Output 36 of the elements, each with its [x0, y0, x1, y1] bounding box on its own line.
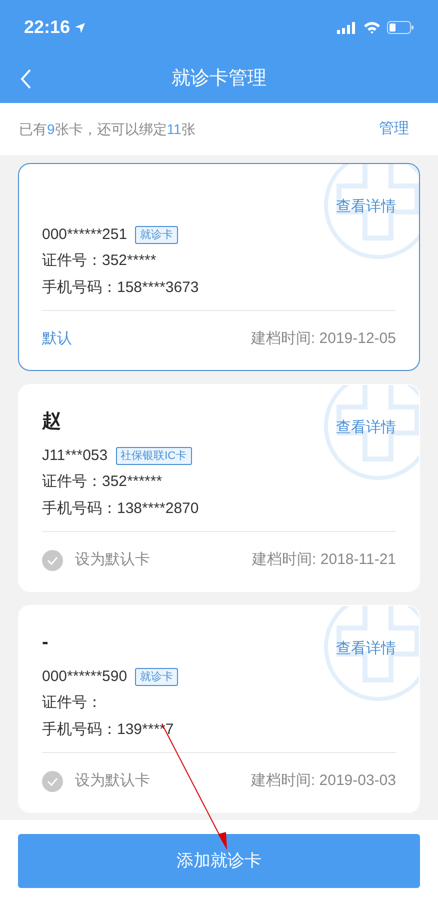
card-number: 000******251 — [42, 224, 128, 245]
card-number: 000******590 — [42, 666, 128, 687]
phone-label: 手机号码： — [42, 278, 117, 298]
default-label: 默认 — [42, 329, 72, 350]
wifi-icon — [363, 21, 381, 34]
patient-name: - — [42, 630, 48, 655]
page-title: 就诊卡管理 — [172, 66, 266, 91]
add-card-button[interactable]: 添加就诊卡 — [18, 834, 420, 888]
id-number: 352***** — [102, 251, 156, 272]
set-default-label[interactable]: 设为默认卡 — [75, 549, 150, 572]
check-circle-icon[interactable] — [42, 550, 63, 571]
card-count-text: 已有9张卡，还可以绑定11张 — [19, 120, 196, 138]
created-date: 建档时间: 2018-11-21 — [252, 550, 396, 570]
card-type-tag: 社保银联IC卡 — [116, 447, 192, 465]
phone-number: 158****3673 — [117, 278, 199, 298]
signal-icon — [337, 22, 357, 34]
card-number: J11***053 — [42, 446, 108, 466]
id-label: 证件号： — [42, 251, 102, 272]
check-circle-icon[interactable] — [42, 771, 63, 792]
id-label: 证件号： — [42, 693, 102, 714]
set-default-label[interactable]: 设为默认卡 — [75, 770, 150, 793]
phone-label: 手机号码： — [42, 720, 117, 740]
card-type-tag: 就诊卡 — [135, 668, 178, 686]
id-number: 352****** — [102, 472, 162, 492]
manage-link[interactable]: 管理 — [379, 118, 409, 140]
created-date: 建档时间: 2019-12-05 — [250, 329, 396, 350]
battery-icon — [387, 21, 414, 34]
patient-name: 赵 — [42, 410, 61, 434]
phone-label: 手机号码： — [42, 499, 117, 520]
status-time: 22:16 — [24, 16, 70, 39]
card-type-tag: 就诊卡 — [135, 226, 178, 244]
back-icon[interactable] — [20, 69, 32, 89]
id-label: 证件号： — [42, 472, 102, 492]
created-date: 建档时间: 2019-03-03 — [250, 771, 396, 792]
location-arrow-icon — [74, 22, 86, 34]
phone-number: 138****2870 — [117, 499, 199, 520]
